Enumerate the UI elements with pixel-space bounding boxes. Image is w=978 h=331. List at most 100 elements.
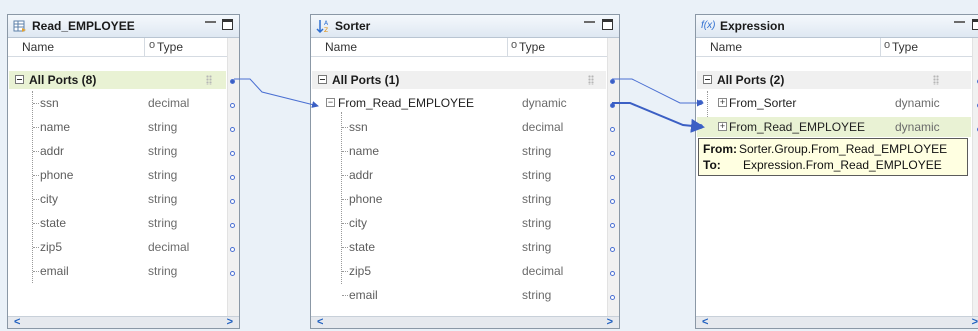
output-port[interactable] [230, 151, 235, 156]
name-column-header[interactable]: Name [710, 40, 742, 54]
all-ports-label: All Ports (1) [332, 73, 400, 87]
output-port[interactable] [610, 295, 615, 300]
scroll-left-icon[interactable]: < [317, 316, 323, 328]
type-column-header[interactable]: Type [157, 40, 183, 54]
maximize-icon[interactable] [222, 19, 233, 30]
maximize-icon[interactable] [602, 19, 613, 30]
field-row[interactable]: addr string [9, 141, 226, 161]
field-row[interactable]: city string [9, 189, 226, 209]
sorter-titlebar[interactable]: A Z Sorter [311, 15, 619, 38]
tooltip-from-label: From: [703, 142, 737, 156]
tooltip-to-label: To: [703, 158, 721, 172]
horizontal-scrollbar[interactable]: < > [8, 316, 239, 328]
field-row[interactable]: email string [9, 261, 226, 281]
field-row[interactable]: email string [312, 285, 606, 305]
expand-group-icon[interactable]: + [718, 98, 727, 107]
minimize-icon[interactable] [205, 18, 216, 26]
mapping-canvas[interactable]: Read_EMPLOYEE Name o Type All Ports (8) … [0, 0, 978, 331]
read-employee-title: Read_EMPLOYEE [32, 19, 135, 33]
output-port[interactable] [230, 175, 235, 180]
output-port[interactable] [610, 247, 615, 252]
read-employee-titlebar[interactable]: Read_EMPLOYEE [8, 15, 239, 38]
all-ports-row[interactable]: All Ports (8) [9, 71, 226, 89]
output-port[interactable] [610, 199, 615, 204]
expression-titlebar[interactable]: f(x) Expression [696, 15, 978, 38]
group-name: From_Read_EMPLOYEE [338, 96, 475, 110]
expand-group-icon[interactable]: + [718, 122, 727, 131]
name-column-header[interactable]: Name [325, 40, 357, 54]
type-column-header[interactable]: Type [892, 40, 918, 54]
output-port[interactable] [230, 247, 235, 252]
output-port[interactable] [610, 127, 615, 132]
horizontal-scrollbar[interactable]: < > [696, 316, 978, 328]
svg-text:Z: Z [324, 27, 328, 33]
drag-grip-icon[interactable] [206, 75, 212, 85]
collapse-icon[interactable] [318, 75, 327, 84]
scroll-right-icon[interactable]: > [227, 316, 233, 328]
group-name: From_Sorter [729, 96, 797, 110]
collapse-icon[interactable] [703, 75, 712, 84]
output-port[interactable] [610, 151, 615, 156]
field-row[interactable]: addr string [312, 165, 606, 185]
name-column-header[interactable]: Name [22, 40, 54, 54]
scroll-right-icon[interactable]: > [972, 316, 978, 328]
collapse-group-icon[interactable]: − [326, 98, 335, 107]
read-employee-transformation[interactable]: Read_EMPLOYEE Name o Type All Ports (8) … [7, 14, 240, 329]
column-sort-indicator: o [884, 39, 891, 51]
link-sorter-to-expression-from-sorter [612, 78, 704, 107]
group-type: dynamic [895, 120, 940, 134]
source-table-icon [13, 20, 26, 32]
group-name: From_Read_EMPLOYEE [729, 120, 866, 134]
svg-text:A: A [324, 20, 329, 27]
all-ports-row[interactable]: All Ports (2) [697, 71, 971, 89]
field-row[interactable]: phone string [9, 165, 226, 185]
column-divider[interactable] [144, 38, 145, 56]
field-row[interactable]: state string [312, 237, 606, 257]
maximize-icon[interactable] [972, 19, 978, 30]
group-row-selected[interactable]: + From_Read_EMPLOYEE dynamic [697, 117, 971, 137]
field-row[interactable]: city string [312, 213, 606, 233]
all-ports-output-port[interactable] [230, 79, 235, 84]
drag-grip-icon[interactable] [588, 75, 594, 85]
field-row[interactable]: ssn decimal [312, 117, 606, 137]
collapse-icon[interactable] [15, 75, 24, 84]
input-port[interactable] [698, 100, 703, 105]
link-tooltip: From: Sorter.Group.From_Read_EMPLOYEE To… [698, 138, 968, 176]
horizontal-scrollbar[interactable]: < > [311, 316, 619, 328]
minimize-icon[interactable] [954, 18, 965, 26]
output-port[interactable] [230, 199, 235, 204]
scroll-left-icon[interactable]: < [702, 316, 708, 328]
column-divider[interactable] [507, 38, 508, 56]
sort-az-icon: A Z [316, 20, 329, 33]
output-port[interactable] [230, 223, 235, 228]
type-column-header[interactable]: Type [519, 40, 545, 54]
output-port[interactable] [610, 175, 615, 180]
output-port[interactable] [230, 271, 235, 276]
field-row[interactable]: ssn decimal [9, 93, 226, 113]
group-output-port[interactable] [610, 103, 615, 108]
output-port[interactable] [230, 103, 235, 108]
sorter-transformation[interactable]: A Z Sorter Name o Type All Ports (1) − F… [310, 14, 620, 329]
field-row[interactable]: name string [9, 117, 226, 137]
field-row[interactable]: zip5 decimal [312, 261, 606, 281]
field-row[interactable]: phone string [312, 189, 606, 209]
all-ports-output-port[interactable] [610, 79, 615, 84]
scroll-right-icon[interactable]: > [607, 316, 613, 328]
field-row[interactable]: zip5 decimal [9, 237, 226, 257]
input-port[interactable] [698, 124, 703, 129]
group-row[interactable]: − From_Read_EMPLOYEE dynamic [312, 93, 606, 113]
output-port[interactable] [610, 271, 615, 276]
scroll-left-icon[interactable]: < [14, 316, 20, 328]
all-ports-label: All Ports (2) [717, 73, 785, 87]
group-row[interactable]: + From_Sorter dynamic [697, 93, 971, 113]
sorter-column-header: Name o Type [311, 38, 607, 57]
all-ports-row[interactable]: All Ports (1) [312, 71, 606, 89]
output-port[interactable] [230, 127, 235, 132]
expression-title: Expression [720, 19, 785, 33]
drag-grip-icon[interactable] [933, 75, 939, 85]
column-divider[interactable] [880, 38, 881, 56]
output-port[interactable] [610, 223, 615, 228]
field-row[interactable]: state string [9, 213, 226, 233]
minimize-icon[interactable] [584, 18, 595, 26]
field-row[interactable]: name string [312, 141, 606, 161]
